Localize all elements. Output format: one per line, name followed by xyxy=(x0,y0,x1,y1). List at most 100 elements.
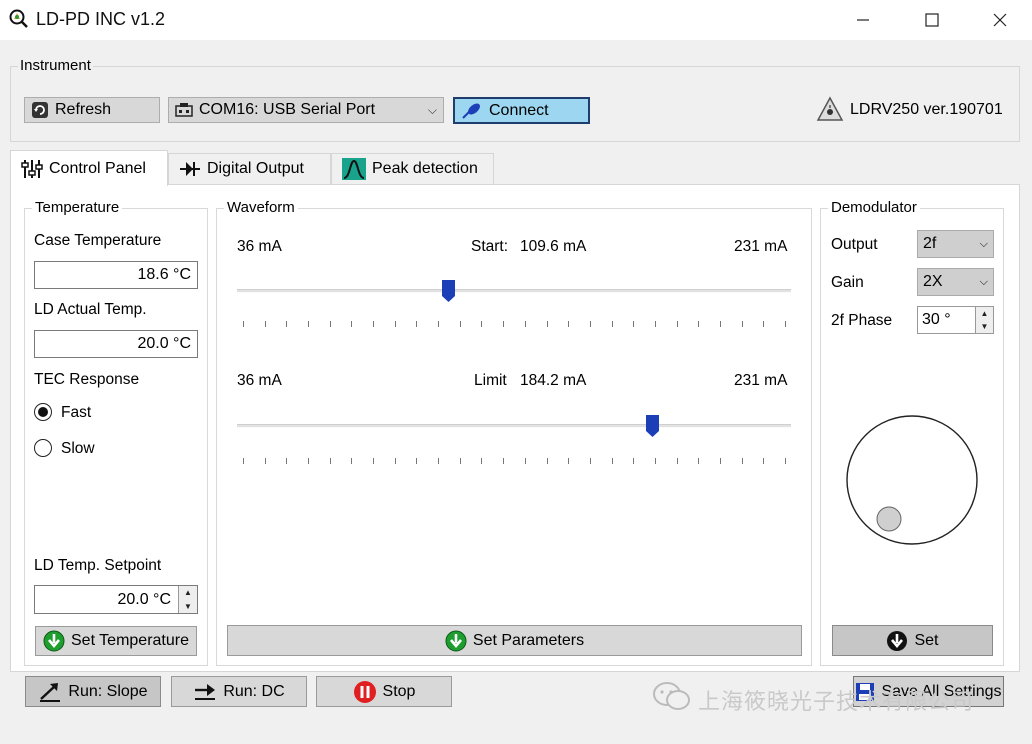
down-arrow-circle-icon xyxy=(887,630,908,651)
tec-fast-radio[interactable] xyxy=(34,403,52,421)
gain-select[interactable]: 2X ⌵ xyxy=(917,268,994,296)
green-down-arrow-icon xyxy=(43,630,65,652)
slider-tick xyxy=(568,321,570,327)
tab-peak-detection[interactable]: Peak detection xyxy=(331,153,494,184)
slider-tick xyxy=(308,458,310,464)
slider-tick xyxy=(481,458,483,464)
spin-up-icon[interactable]: ▲ xyxy=(179,586,197,600)
tab-control-panel-label: Control Panel xyxy=(49,159,146,177)
slider-tick xyxy=(329,321,331,327)
slider-tick xyxy=(676,321,678,327)
device-version: LDRV250 ver.190701 xyxy=(850,101,1003,118)
slider-tick xyxy=(394,321,396,327)
digital-output-icon xyxy=(180,162,200,176)
watermark-text: 上海筱晓光子技术有限公司 xyxy=(698,689,975,714)
minimize-button[interactable] xyxy=(840,0,886,40)
output-value: 2f xyxy=(923,235,937,252)
set-parameters-button[interactable]: Set Parameters xyxy=(227,625,802,656)
title-bar: LD-PD INC v1.2 xyxy=(0,0,1032,40)
green-down-arrow-icon xyxy=(445,630,467,651)
slider-tick xyxy=(589,321,591,327)
slider-tick xyxy=(698,458,700,464)
port-select[interactable]: COM16: USB Serial Port ⌵ xyxy=(168,97,444,123)
stop-icon xyxy=(353,680,376,703)
phase-spinner[interactable]: ▲ ▼ xyxy=(975,307,993,333)
slider-tick xyxy=(719,321,721,327)
waveform-group-title: Waveform xyxy=(224,199,298,216)
run-slope-label: Run: Slope xyxy=(68,682,148,700)
run-dc-label: Run: DC xyxy=(223,682,285,700)
tec-response-label: TEC Response xyxy=(34,371,140,388)
slider-tick xyxy=(329,458,331,464)
tab-control-panel[interactable]: Control Panel xyxy=(10,150,168,186)
limit-max-label: 231 mA xyxy=(734,372,788,389)
slider-tick xyxy=(763,321,765,327)
gain-label: Gain xyxy=(831,274,864,291)
slider-tick xyxy=(719,458,721,464)
output-select[interactable]: 2f ⌵ xyxy=(917,230,994,258)
slider-tick xyxy=(611,321,613,327)
tec-slow-radio[interactable] xyxy=(34,439,52,457)
dc-arrow-icon xyxy=(195,683,216,700)
slider-tick xyxy=(308,321,310,327)
demodulator-set-button[interactable]: Set xyxy=(832,625,993,656)
slider-tick xyxy=(654,321,656,327)
refresh-button[interactable]: Refresh xyxy=(24,97,160,123)
close-button[interactable] xyxy=(977,0,1023,40)
slider-tick xyxy=(351,458,353,464)
start-value-label: 109.6 mA xyxy=(520,238,587,255)
phase-knob[interactable] xyxy=(844,413,980,547)
limit-min-label: 36 mA xyxy=(237,372,282,389)
set-temperature-label: Set Temperature xyxy=(71,632,189,649)
slope-arrow-icon xyxy=(40,682,61,702)
slider-tick xyxy=(264,458,266,464)
tab-peak-detection-label: Peak detection xyxy=(372,160,478,177)
run-slope-button[interactable]: Run: Slope xyxy=(25,676,161,707)
setpoint-spinner[interactable]: ▲ ▼ xyxy=(178,586,197,613)
peak-curve-icon xyxy=(342,158,366,180)
slider-tick xyxy=(416,321,418,327)
demodulator-set-label: Set xyxy=(914,631,939,649)
slider-tick xyxy=(524,458,526,464)
limit-name-label: Limit xyxy=(474,372,507,389)
chevron-down-icon: ⌵ xyxy=(979,237,988,250)
case-temperature-field[interactable]: 18.6 °C xyxy=(34,261,198,289)
run-dc-button[interactable]: Run: DC xyxy=(171,676,307,707)
start-slider-track[interactable] xyxy=(237,289,791,293)
demodulator-group-title: Demodulator xyxy=(828,199,920,216)
ld-temp-setpoint-field[interactable]: 20.0 °C xyxy=(34,585,198,614)
ld-actual-temp-field[interactable]: 20.0 °C xyxy=(34,330,198,358)
sliders-icon xyxy=(21,159,43,178)
slider-tick xyxy=(568,458,570,464)
stop-button[interactable]: Stop xyxy=(316,676,452,707)
chevron-down-icon: ⌵ xyxy=(427,102,437,117)
spin-down-icon[interactable]: ▼ xyxy=(976,320,993,333)
temperature-group-title: Temperature xyxy=(32,199,123,216)
connect-plug-icon xyxy=(462,103,480,119)
app-logo-icon xyxy=(9,9,28,28)
maximize-button[interactable] xyxy=(909,0,955,40)
slider-tick xyxy=(546,321,548,327)
spin-down-icon[interactable]: ▼ xyxy=(179,600,197,614)
ld-temp-setpoint-label: LD Temp. Setpoint xyxy=(34,557,162,574)
limit-slider-track[interactable] xyxy=(237,424,791,428)
wechat-icon xyxy=(653,682,690,710)
connect-button[interactable]: Connect xyxy=(453,97,590,124)
set-temperature-button[interactable]: Set Temperature xyxy=(35,626,197,656)
tab-digital-output[interactable]: Digital Output xyxy=(168,153,331,184)
slider-tick xyxy=(503,321,505,327)
slider-tick xyxy=(286,321,288,327)
slider-tick xyxy=(264,321,266,327)
set-parameters-label: Set Parameters xyxy=(472,631,585,649)
start-slider-thumb[interactable] xyxy=(442,280,456,302)
slider-tick xyxy=(243,321,244,327)
chevron-down-icon: ⌵ xyxy=(979,275,988,288)
spin-up-icon[interactable]: ▲ xyxy=(976,307,993,320)
instrument-group-title: Instrument xyxy=(18,57,93,74)
tec-slow-label: Slow xyxy=(61,440,95,457)
slider-tick xyxy=(589,458,591,464)
slider-tick xyxy=(351,321,353,327)
slider-tick xyxy=(394,458,396,464)
slider-tick xyxy=(676,458,678,464)
limit-slider-thumb[interactable] xyxy=(646,415,660,437)
